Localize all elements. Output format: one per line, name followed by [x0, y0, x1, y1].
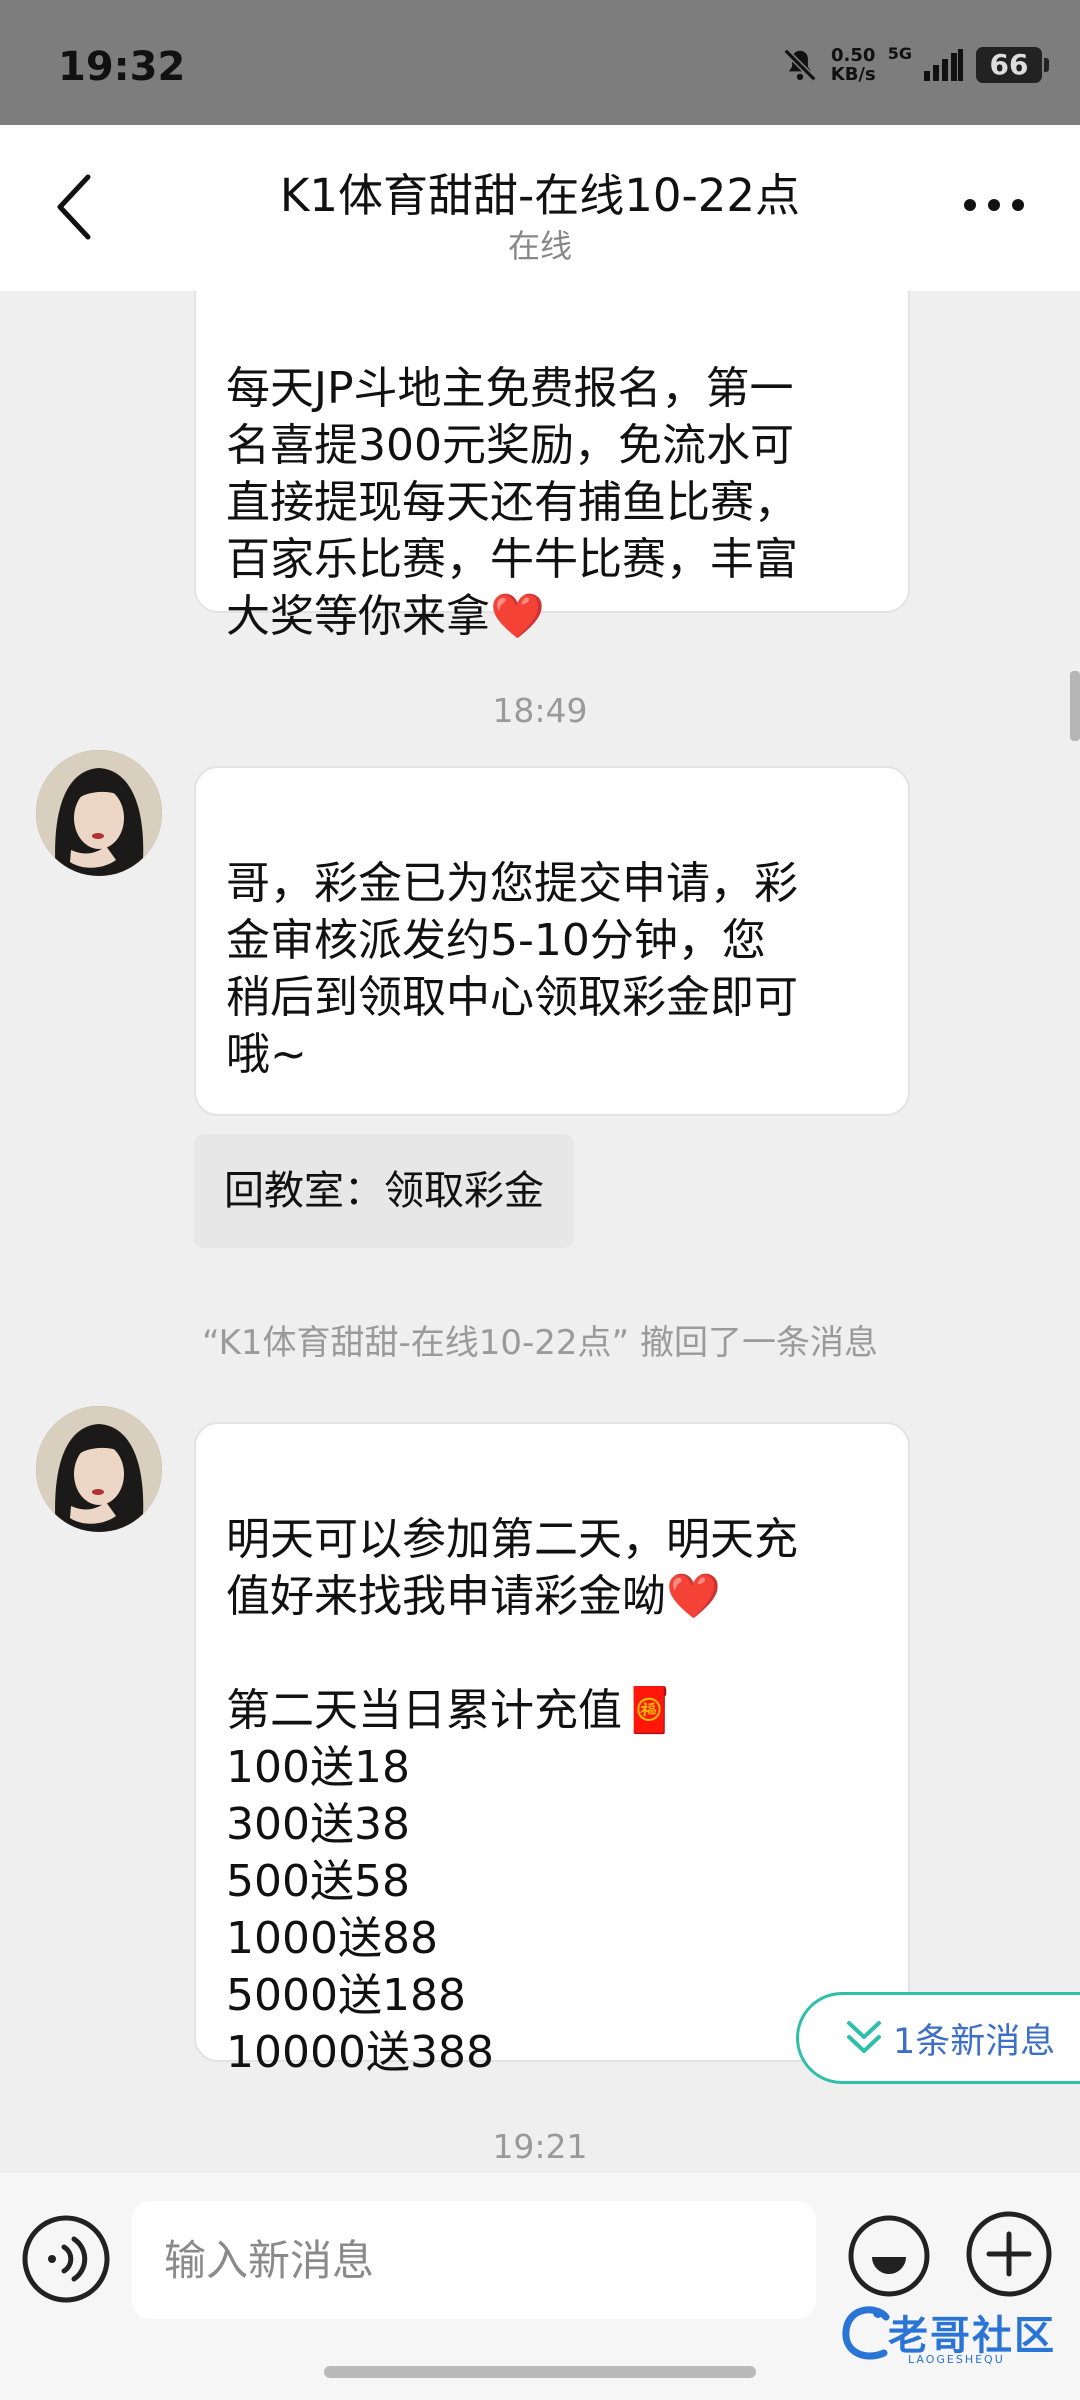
voice-icon — [22, 2215, 110, 2303]
message-text: 哥，彩金已为您提交申请，彩 金审核派发约5-10分钟，您 稍后到领取中心领取彩金… — [226, 858, 798, 1080]
voice-button[interactable] — [20, 2213, 112, 2305]
network-type: 5G — [887, 43, 912, 63]
emoji-button[interactable] — [846, 2213, 932, 2299]
recall-notice: “K1体育甜甜-在线10-22点” 撤回了一条消息 — [202, 1323, 878, 1363]
message-bubble[interactable]: 哥，彩金已为您提交申请，彩 金审核派发约5-10分钟，您 稍后到领取中心领取彩金… — [194, 766, 910, 1116]
plus-icon — [966, 2211, 1052, 2297]
avatar[interactable] — [36, 1406, 162, 1532]
battery-icon: 66 — [976, 47, 1049, 83]
status-bar: 19:32 0.50 KB/s 5G 66 — [0, 0, 1080, 125]
mute-bell-icon — [783, 48, 817, 82]
more-dots-icon — [964, 199, 1024, 211]
quick-reply-text: 回教室：领取彩金 — [224, 1168, 544, 1214]
watermark-logo-icon — [842, 2306, 890, 2360]
watermark-subtext: LAOGESHEQU — [908, 2353, 1005, 2366]
emoji-icon — [848, 2215, 930, 2297]
message-list[interactable]: 每天JP斗地主免费报名，第一 名喜提300元奖励，免流水可 直接提现每天还有捕鱼… — [0, 291, 1080, 2173]
status-icons: 0.50 KB/s 5G 66 — [781, 43, 1049, 84]
time-separator: 19:21 — [492, 2127, 588, 2166]
avatar[interactable] — [36, 750, 162, 876]
net-speed: 0.50 KB/s — [831, 46, 876, 84]
message-input[interactable] — [132, 2201, 816, 2319]
net-speed-unit: KB/s — [830, 64, 876, 85]
message-bubble[interactable]: 每天JP斗地主免费报名，第一 名喜提300元奖励，免流水可 直接提现每天还有捕鱼… — [194, 291, 910, 642]
chat-title: K1体育甜甜-在线10-22点 — [279, 169, 801, 222]
new-message-pill[interactable]: 1条新消息 — [796, 1992, 1080, 2084]
message-text: 每天JP斗地主免费报名，第一 名喜提300元奖励，免流水可 直接提现每天还有捕鱼… — [226, 363, 798, 642]
quick-reply-card[interactable]: 回教室：领取彩金 — [194, 1134, 574, 1248]
double-chevron-down-icon — [847, 2021, 881, 2053]
status-time: 19:32 — [58, 44, 186, 90]
net-speed-value: 0.50 — [831, 45, 876, 66]
plus-button[interactable] — [964, 2209, 1054, 2299]
chat-header: K1体育甜甜-在线10-22点 在线 — [0, 125, 1080, 291]
message-text: 明天可以参加第二天，明天充 值好来找我申请彩金呦❤️ 第二天当日累计充值🧧 10… — [226, 1514, 798, 2078]
more-button[interactable] — [960, 185, 1030, 225]
watermark: 老哥社区 LAOGESHEQU — [838, 2301, 1070, 2371]
message-bubble[interactable]: 明天可以参加第二天，明天充 值好来找我申请彩金呦❤️ 第二天当日累计充值🧧 10… — [194, 1422, 910, 2078]
scrollbar-thumb[interactable] — [1070, 671, 1080, 741]
signal-icon — [924, 49, 963, 81]
time-separator: 18:49 — [492, 691, 588, 730]
new-message-label: 1条新消息 — [893, 2021, 1056, 2062]
avatar-image — [36, 750, 162, 876]
online-status: 在线 — [507, 227, 572, 265]
home-indicator[interactable] — [324, 2366, 756, 2378]
avatar-image — [36, 1406, 162, 1532]
